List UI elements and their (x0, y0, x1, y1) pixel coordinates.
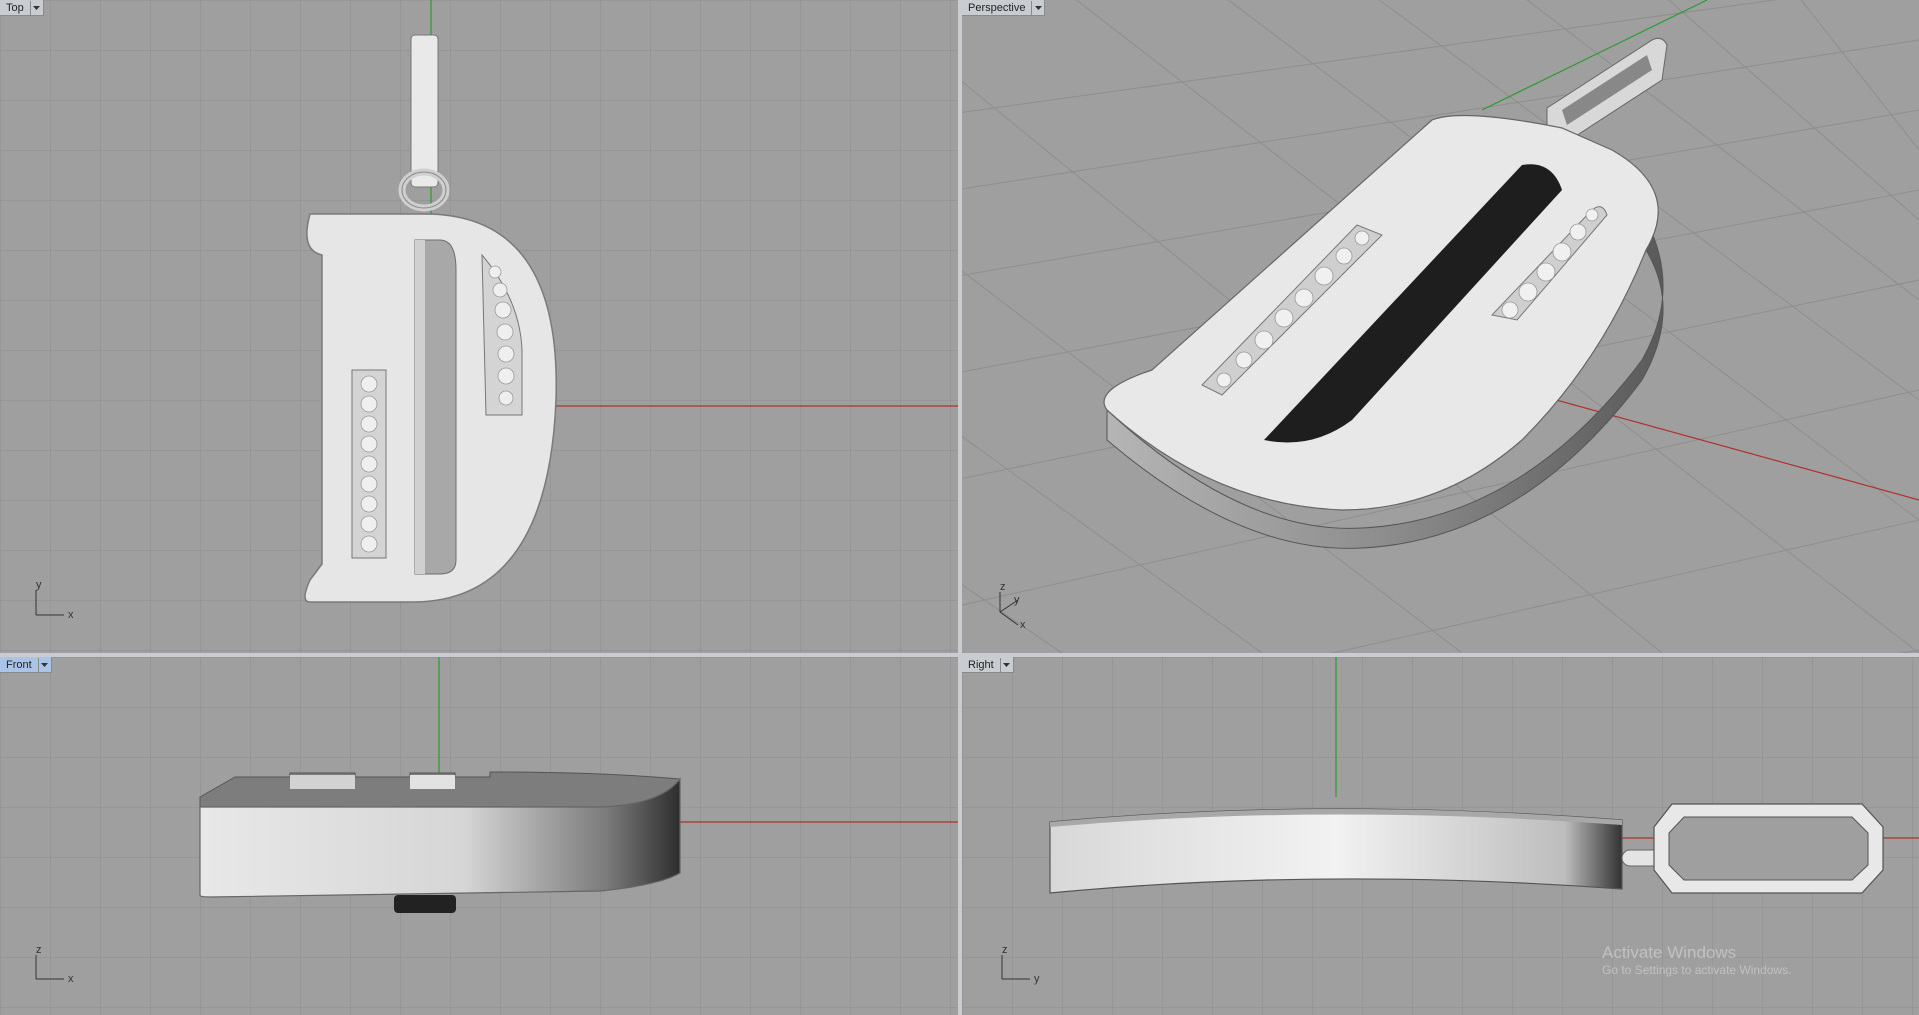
pendant-right-view (1049, 803, 1884, 894)
axis-label-x: x (68, 609, 74, 621)
viewport-perspective[interactable]: Perspective z y x (962, 0, 1919, 653)
activate-windows-watermark: Activate Windows Go to Settings to activ… (1602, 943, 1791, 977)
axis-label-z: z (1002, 944, 1008, 956)
viewport-tab-label: Top (6, 1, 24, 14)
watermark-subtitle: Go to Settings to activate Windows. (1602, 963, 1792, 977)
chevron-down-icon[interactable] (999, 657, 1013, 672)
viewport-tab-top[interactable]: Top (0, 0, 44, 16)
axis-label-z: z (36, 944, 42, 956)
chevron-down-icon[interactable] (37, 657, 51, 672)
axis-label-y: y (1034, 973, 1040, 985)
viewport-tab-label: Perspective (968, 1, 1026, 14)
axis-label-y: y (36, 579, 42, 591)
chevron-down-icon[interactable] (29, 0, 43, 15)
viewport-tab-right[interactable]: Right (962, 657, 1014, 673)
viewport-tab-perspective[interactable]: Perspective (962, 0, 1046, 16)
viewport-top[interactable]: Top y x (0, 0, 958, 653)
perspective-viewport-scene: z y x (962, 0, 1919, 653)
viewport-front[interactable]: Front z x (0, 657, 958, 1015)
viewport-right[interactable]: Right z y Activate Windows Go to Setting… (962, 657, 1919, 1015)
top-viewport-scene: y x (0, 0, 958, 653)
axis-label-z: z (1000, 581, 1006, 593)
front-viewport-scene: z x (0, 657, 958, 1015)
pendant-perspective (1103, 37, 1668, 549)
viewport-tab-front[interactable]: Front (0, 657, 52, 673)
axis-label-x: x (1020, 619, 1026, 631)
chevron-down-icon[interactable] (1031, 0, 1044, 15)
viewport-tab-label: Front (6, 658, 32, 671)
bail (410, 34, 439, 188)
axis-label-x: x (68, 973, 74, 985)
watermark-title: Activate Windows (1602, 943, 1737, 962)
axis-label-y: y (1014, 594, 1020, 606)
viewport-tab-label: Right (968, 658, 994, 671)
